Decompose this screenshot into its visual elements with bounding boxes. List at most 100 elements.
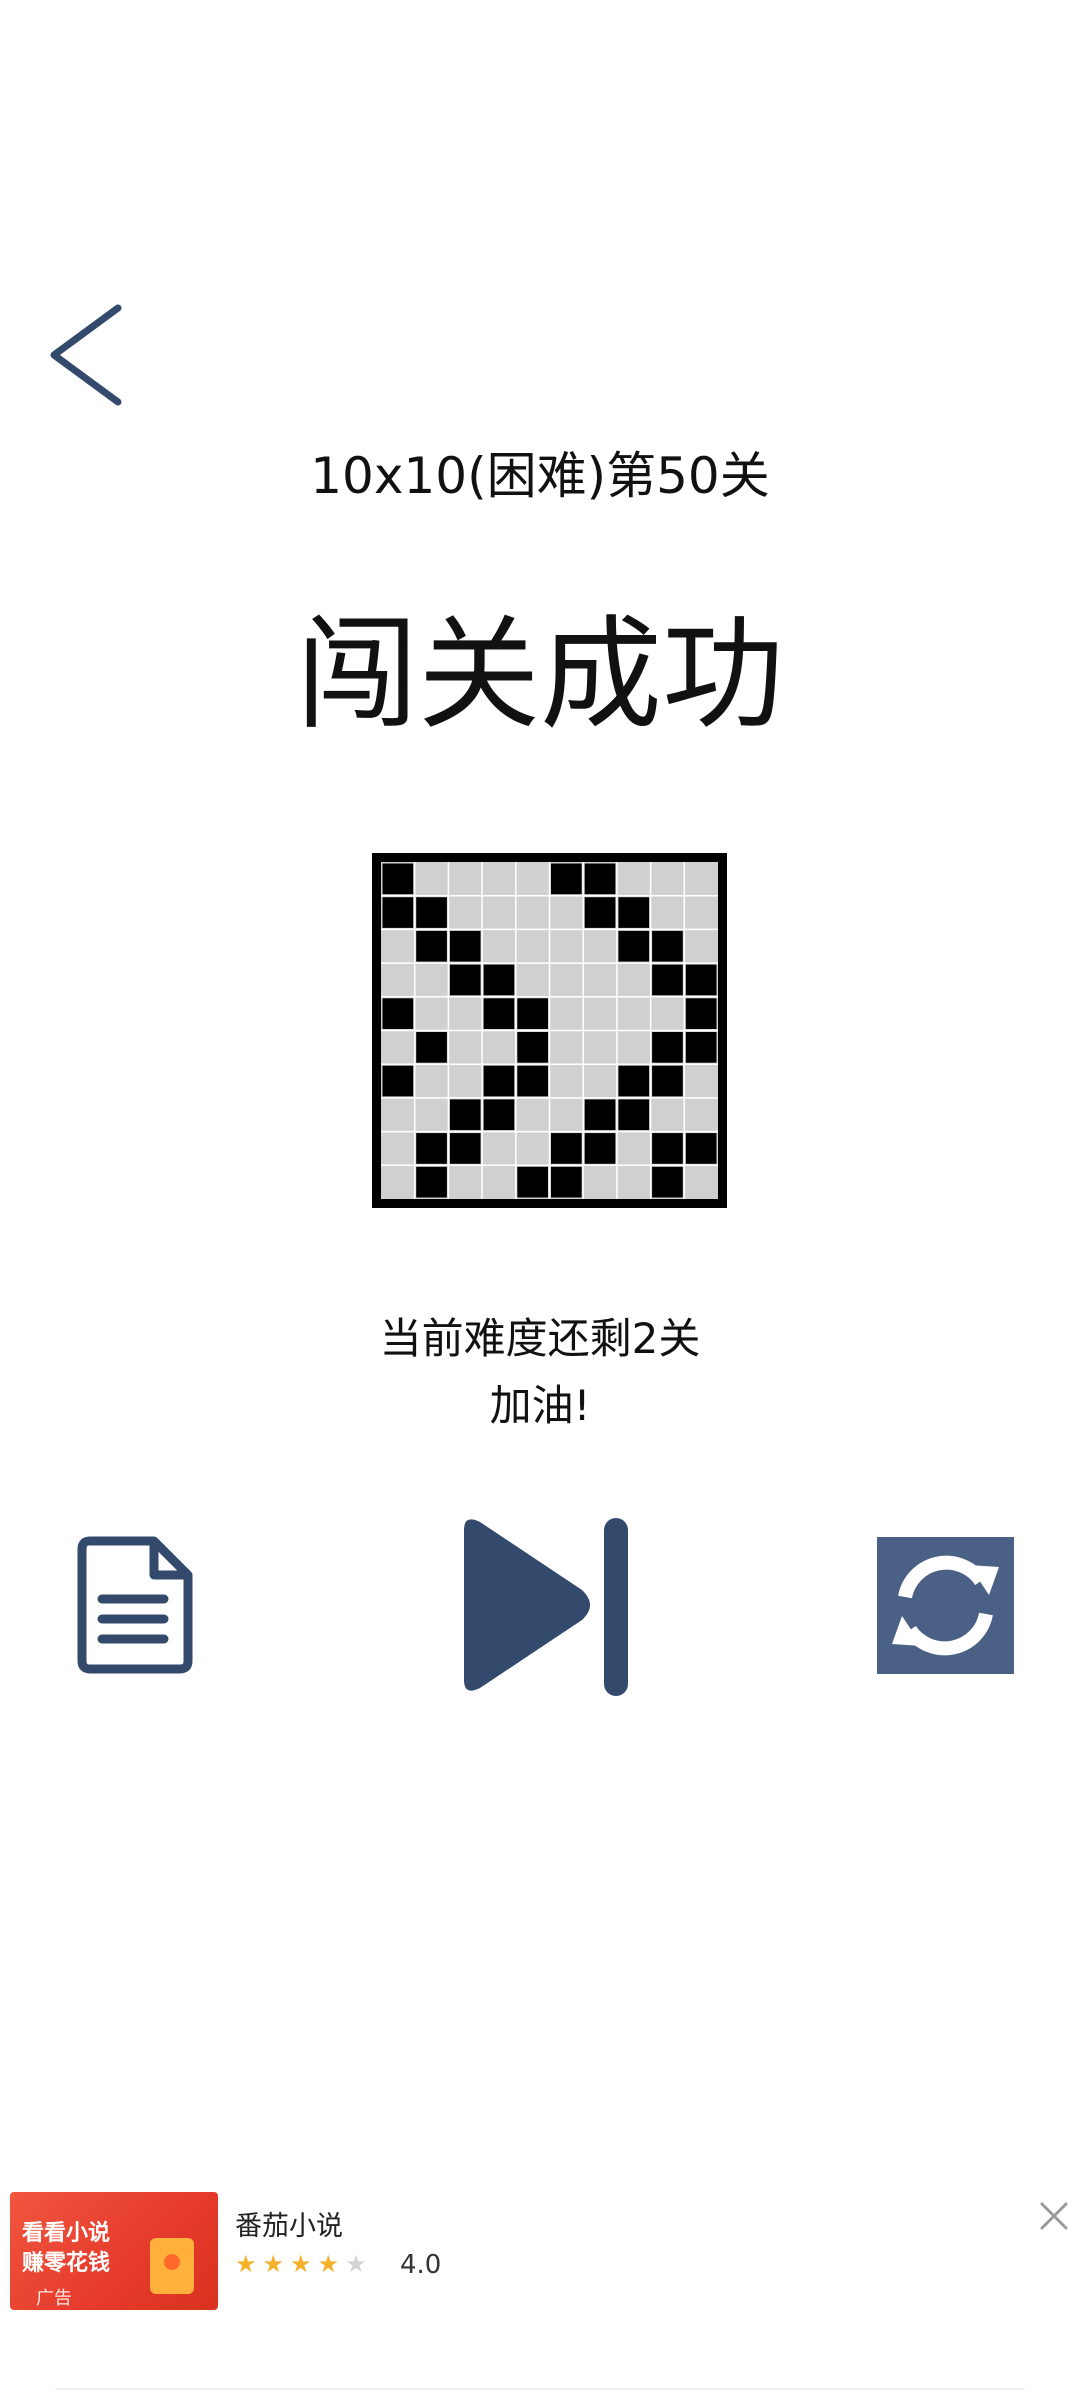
board-cell-filled [551,863,582,895]
board-cell-empty [416,1099,447,1131]
board-cell-filled [685,964,717,996]
board-cell-empty [551,964,582,996]
star-icon: ★ [290,2250,318,2278]
board-cell-filled [449,930,481,962]
board-cell-empty [618,863,650,895]
puzzle-board [372,853,727,1208]
success-title: 闯关成功 [296,604,784,746]
board-cell-empty [551,1032,582,1063]
board-cell-empty [618,1032,650,1063]
board-cell-empty [685,930,717,962]
board-cell-empty [618,964,650,996]
board-cell-empty [551,897,582,928]
star-icon: ★ [262,2250,291,2278]
ad-banner[interactable]: 看看小说 赚零花钱 广告 番茄小说 ★★★★★ 4.0 [0,2180,1080,2320]
rules-button[interactable] [76,1535,196,1675]
ad-rating-stars: ★★★★★ [235,2250,373,2278]
board-cell-empty [618,1133,650,1164]
board-cell-filled [652,1166,683,1198]
board-cell-empty [517,897,548,928]
level-title: 10x10(困难)第50关 [310,447,770,505]
board-cell-filled [416,897,447,928]
board-cell-empty [416,998,447,1029]
board-cell-filled [618,1065,650,1097]
board-cell-filled [382,897,414,928]
board-cell-empty [517,964,548,996]
board-cell-empty [483,1032,515,1063]
board-cell-empty [652,863,683,895]
next-level-button[interactable] [446,1510,636,1700]
ad-thumbnail[interactable]: 看看小说 赚零花钱 广告 [10,2192,218,2310]
board-cell-empty [584,1032,616,1063]
board-cell-empty [449,1032,481,1063]
board-cell-empty [416,1065,447,1097]
ad-title[interactable]: 番茄小说 [235,2204,343,2243]
board-cell-empty [483,1133,515,1164]
board-cell-empty [517,1099,548,1131]
board-cell-filled [551,1166,582,1198]
board-cell-empty [584,1166,616,1198]
board-cell-filled [652,1065,683,1097]
board-cell-filled [685,998,717,1029]
board-cell-filled [584,863,616,895]
board-cell-empty [416,863,447,895]
ad-close-button[interactable] [1038,2200,1070,2232]
board-cell-filled [517,1032,548,1063]
board-cell-empty [584,930,616,962]
board-cell-filled [449,964,481,996]
board-cell-empty [652,998,683,1029]
board-cell-filled [618,897,650,928]
remaining-levels-text: 当前难度还剩2关 [379,1314,701,1363]
board-cell-filled [652,964,683,996]
document-icon [77,1536,193,1674]
board-cell-filled [652,1032,683,1063]
board-cell-filled [584,1099,616,1131]
board-cell-filled [584,897,616,928]
board-cell-filled [416,930,447,962]
refresh-icon [892,1555,999,1656]
ad-thumb-line1: 看看小说 [22,2221,111,2246]
board-cell-filled [652,1133,683,1164]
board-cell-filled [382,998,414,1029]
board-cell-empty [652,897,683,928]
star-icon: ★ [235,2250,263,2278]
board-cell-empty [483,897,515,928]
star-icon: ★ [317,2250,346,2278]
board-cell-empty [382,1133,414,1164]
board-cell-empty [551,930,582,962]
red-envelope-icon [150,2238,194,2294]
board-cell-filled [551,1133,582,1164]
board-cell-empty [685,1099,717,1131]
board-cell-empty [382,1032,414,1063]
restart-button[interactable] [877,1537,1014,1674]
level-complete-screen: 10x10(困难)第50关 闯关成功 当前难度还剩2关 加油! 看看小说 赚零花… [0,0,1080,2400]
board-cell-empty [382,1099,414,1131]
board-cell-empty [517,1133,548,1164]
board-cell-empty [449,863,481,895]
skip-next-icon [464,1518,628,1696]
back-button[interactable] [40,300,130,410]
board-cell-empty [382,964,414,996]
board-cell-filled [483,998,515,1029]
board-cell-filled [483,1099,515,1131]
board-cell-empty [685,1065,717,1097]
board-cell-empty [449,1166,481,1198]
board-cell-empty [416,964,447,996]
board-cell-empty [584,964,616,996]
board-cell-empty [483,863,515,895]
board-cell-filled [618,1099,650,1131]
board-cell-empty [685,897,717,928]
ad-rating-value: 4.0 [400,2250,442,2280]
ad-thumb-line2: 赚零花钱 [22,2251,111,2276]
board-cell-empty [483,1166,515,1198]
board-cell-empty [685,1166,717,1198]
board-cell-filled [382,863,414,895]
board-cell-empty [551,1099,582,1131]
board-cell-filled [483,964,515,996]
board-cell-filled [517,998,548,1029]
board-cell-empty [449,897,481,928]
star-empty-icon: ★ [345,2250,373,2278]
board-cell-filled [685,1133,717,1164]
board-cell-filled [517,1065,548,1097]
board-cell-filled [416,1133,447,1164]
